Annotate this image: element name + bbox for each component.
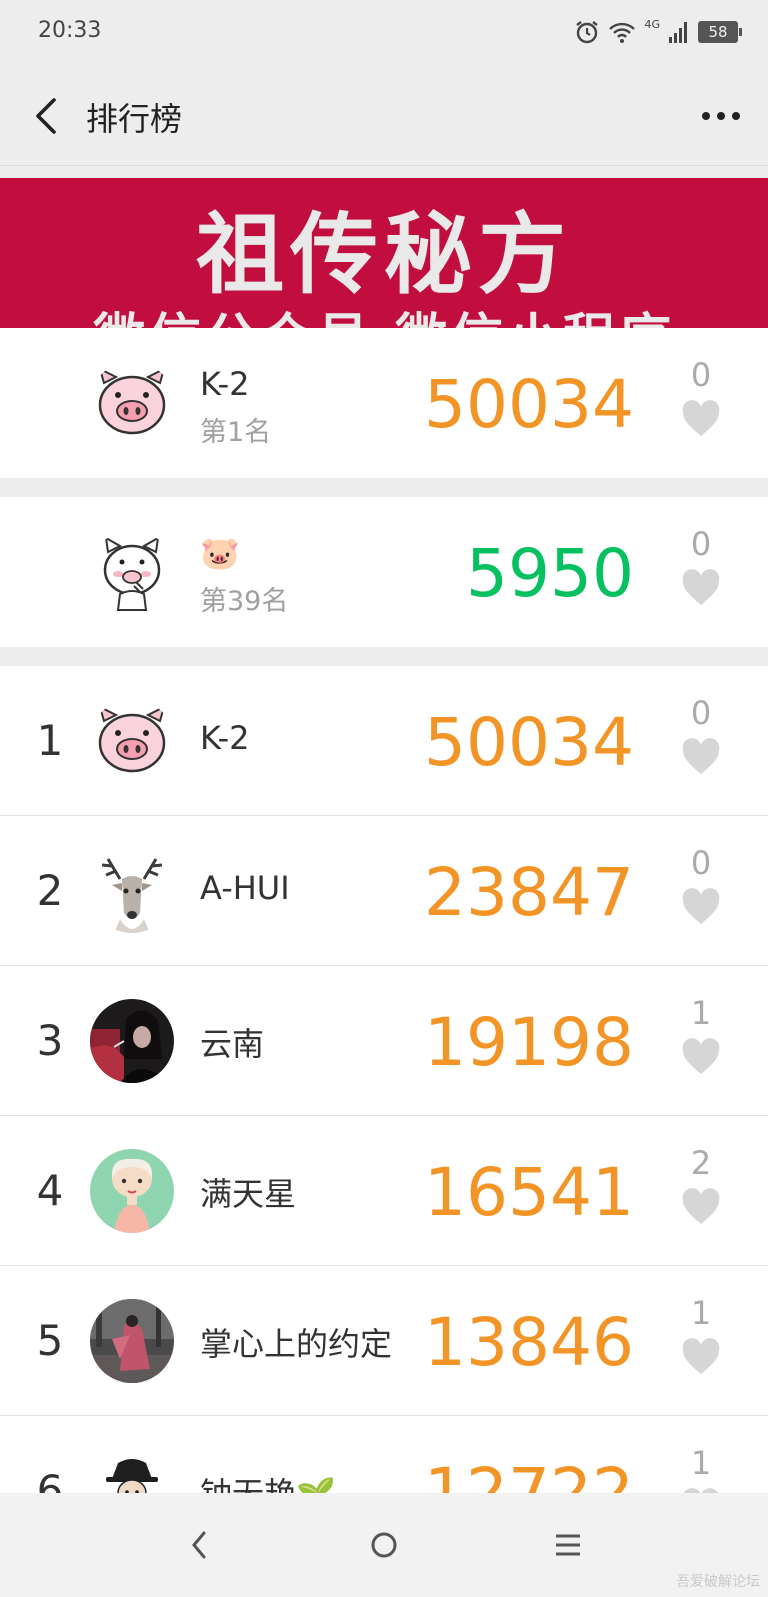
score: 16541 bbox=[424, 1154, 634, 1231]
like-count: 0 bbox=[690, 356, 712, 394]
like-count: 0 bbox=[690, 694, 712, 732]
chevron-left-icon bbox=[36, 98, 56, 134]
status-time: 20:33 bbox=[38, 18, 102, 43]
more-menu-button[interactable] bbox=[696, 96, 746, 136]
player-name: 掌心上的约定 bbox=[200, 1325, 393, 1363]
avatar bbox=[90, 999, 174, 1083]
player-name: K-2 bbox=[200, 365, 250, 403]
dark-portrait-photo bbox=[90, 999, 174, 1083]
rank-number: 5 bbox=[36, 1316, 64, 1365]
cartoon-girl-icon bbox=[90, 1149, 174, 1233]
like-count: 1 bbox=[690, 1444, 712, 1482]
network-type: 4G bbox=[644, 17, 660, 31]
leaderboard-row[interactable]: 5 掌心上的约定 13846 1 bbox=[0, 1266, 768, 1416]
nav-bar: 排行榜 bbox=[0, 66, 768, 166]
rank-label: 第39名 bbox=[200, 586, 289, 617]
banner-subtitle: 微信公众号 微信小程序 bbox=[0, 296, 768, 328]
status-icons: 4G 58 bbox=[574, 16, 742, 48]
signal-icon bbox=[669, 22, 687, 43]
heart-icon bbox=[682, 1038, 720, 1074]
like-count: 0 bbox=[690, 844, 712, 882]
score: 50034 bbox=[424, 366, 634, 443]
like-button[interactable]: 0 bbox=[678, 525, 724, 625]
like-count: 0 bbox=[690, 525, 712, 563]
like-button[interactable]: 0 bbox=[678, 694, 724, 794]
player-name: 满天星 bbox=[200, 1175, 297, 1213]
player-name: K-2 bbox=[200, 719, 250, 757]
like-button[interactable]: 1 bbox=[678, 994, 724, 1094]
rank-number: 4 bbox=[36, 1166, 64, 1215]
more-dots-icon bbox=[702, 112, 740, 120]
player-name: 🐷 bbox=[200, 534, 240, 572]
watermark: 吾爱破解论坛 bbox=[676, 1574, 760, 1590]
back-button[interactable] bbox=[26, 94, 70, 138]
score: 23847 bbox=[424, 854, 634, 931]
score: 19198 bbox=[424, 1004, 634, 1081]
avatar bbox=[90, 699, 174, 783]
home-circle-icon bbox=[371, 1532, 397, 1558]
pig-face-icon bbox=[90, 361, 174, 445]
like-count: 1 bbox=[690, 994, 712, 1032]
ad-banner[interactable]: 祖传秘方 微信公众号 微信小程序 bbox=[0, 178, 768, 328]
score: 50034 bbox=[424, 704, 634, 781]
avatar bbox=[90, 1299, 174, 1383]
heart-icon bbox=[682, 400, 720, 436]
avatar bbox=[90, 1149, 174, 1233]
heart-icon bbox=[682, 569, 720, 605]
system-home-button[interactable] bbox=[362, 1523, 406, 1567]
rank-number: 3 bbox=[36, 1016, 64, 1065]
back-triangle-icon bbox=[192, 1531, 206, 1559]
avatar bbox=[90, 849, 174, 933]
avatar bbox=[90, 530, 174, 614]
system-back-button[interactable] bbox=[178, 1523, 222, 1567]
score: 13846 bbox=[424, 1304, 634, 1381]
system-nav-bar: 吾爱破解论坛 bbox=[0, 1493, 768, 1597]
banner-title: 祖传秘方 bbox=[195, 202, 572, 306]
rank-label: 第1名 bbox=[200, 417, 272, 448]
heart-icon bbox=[682, 1338, 720, 1374]
like-count: 2 bbox=[690, 1144, 712, 1182]
status-bar: 20:33 4G 58 bbox=[0, 0, 768, 66]
wifi-icon bbox=[609, 22, 636, 43]
pig-face-icon bbox=[90, 699, 174, 783]
pig-shy-icon bbox=[90, 530, 174, 614]
page-title: 排行榜 bbox=[86, 100, 183, 138]
like-button[interactable]: 0 bbox=[678, 844, 724, 944]
battery-indicator: 58 bbox=[698, 21, 742, 43]
heart-icon bbox=[682, 738, 720, 774]
like-count: 1 bbox=[690, 1294, 712, 1332]
like-button[interactable]: 1 bbox=[678, 1294, 724, 1394]
heart-icon bbox=[682, 888, 720, 924]
my-rank-card[interactable]: K-2 第1名 50034 0 bbox=[0, 328, 768, 478]
alarm-icon bbox=[576, 21, 599, 44]
rank-number: 1 bbox=[36, 716, 64, 765]
menu-lines-icon bbox=[556, 1534, 580, 1556]
rank-number: 2 bbox=[36, 866, 64, 915]
leaderboard-row[interactable]: 4 满天星 16541 2 bbox=[0, 1116, 768, 1266]
player-name: A-HUI bbox=[200, 869, 290, 907]
my-group-rank-card[interactable]: 🐷 第39名 5950 0 bbox=[0, 497, 768, 647]
like-button[interactable]: 2 bbox=[678, 1144, 724, 1244]
leaderboard-row[interactable]: 3 云南 19198 1 bbox=[0, 966, 768, 1116]
leaderboard-row[interactable]: 1 K-2 50034 0 bbox=[0, 666, 768, 816]
like-button[interactable]: 0 bbox=[678, 356, 724, 456]
score: 5950 bbox=[466, 535, 634, 612]
deer-icon bbox=[90, 849, 174, 933]
player-name: 云南 bbox=[200, 1025, 265, 1063]
heart-icon bbox=[682, 1188, 720, 1224]
leaderboard-row[interactable]: 2 A-HUI 23847 0 bbox=[0, 816, 768, 966]
street-photo bbox=[90, 1299, 174, 1383]
system-menu-button[interactable] bbox=[546, 1523, 590, 1567]
avatar bbox=[90, 361, 174, 445]
